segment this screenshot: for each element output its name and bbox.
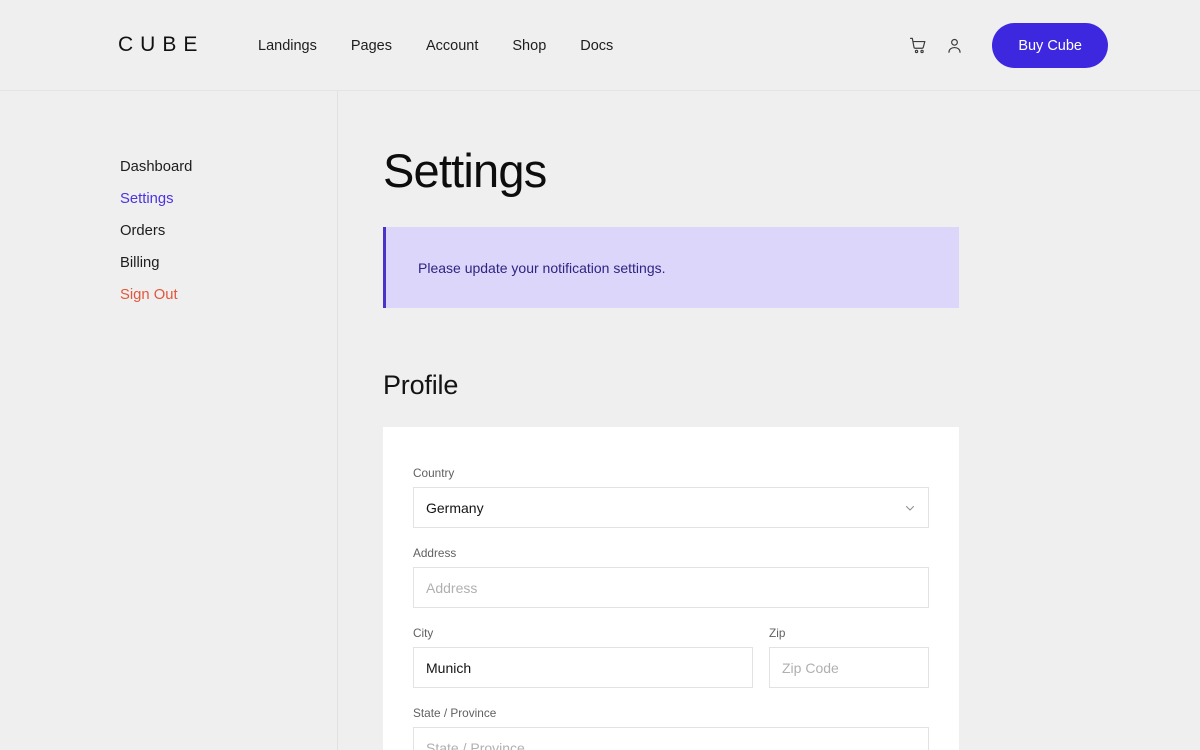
state-label: State / Province <box>413 706 929 720</box>
main-content: Settings Please update your notification… <box>338 91 1200 750</box>
page-body: Dashboard Settings Orders Billing Sign O… <box>0 91 1200 750</box>
user-icon[interactable] <box>936 24 972 68</box>
city-input[interactable] <box>413 647 753 688</box>
zip-label: Zip <box>769 626 929 640</box>
address-input[interactable] <box>413 567 929 608</box>
sidebar-item-dashboard[interactable]: Dashboard <box>0 151 337 183</box>
sidebar-item-orders[interactable]: Orders <box>0 215 337 247</box>
city-field: City <box>413 626 753 688</box>
profile-form-card: Country Address <box>383 427 959 750</box>
notification-alert: Please update your notification settings… <box>383 227 959 308</box>
nav-item-pages[interactable]: Pages <box>351 38 392 54</box>
alert-message: Please update your notification settings… <box>418 260 666 276</box>
zip-field: Zip <box>769 626 929 688</box>
city-zip-row: City Zip <box>413 626 929 688</box>
nav-item-landings[interactable]: Landings <box>258 38 317 54</box>
header-actions: Buy Cube <box>900 23 1108 68</box>
sidebar-item-billing[interactable]: Billing <box>0 247 337 279</box>
sidebar: Dashboard Settings Orders Billing Sign O… <box>0 91 338 750</box>
state-field: State / Province <box>413 706 929 750</box>
sidebar-item-settings[interactable]: Settings <box>0 183 337 215</box>
zip-input[interactable] <box>769 647 929 688</box>
site-header: CUBE Landings Pages Account Shop Docs Bu… <box>0 0 1200 91</box>
country-field: Country <box>413 466 929 528</box>
address-label: Address <box>413 546 929 560</box>
country-select[interactable] <box>413 487 929 528</box>
nav-item-shop[interactable]: Shop <box>512 38 546 54</box>
page-title: Settings <box>383 143 1200 199</box>
buy-cube-button[interactable]: Buy Cube <box>992 23 1108 68</box>
main-navigation: Landings Pages Account Shop Docs <box>258 38 613 54</box>
nav-item-account[interactable]: Account <box>426 38 478 54</box>
state-input[interactable] <box>413 727 929 750</box>
sidebar-menu: Dashboard Settings Orders Billing Sign O… <box>0 151 337 311</box>
address-field: Address <box>413 546 929 608</box>
country-select-wrapper <box>413 487 929 528</box>
nav-item-docs[interactable]: Docs <box>580 38 613 54</box>
logo[interactable]: CUBE <box>118 33 204 57</box>
shopping-cart-icon[interactable] <box>900 24 936 68</box>
profile-section-title: Profile <box>383 370 1200 401</box>
sidebar-item-sign-out[interactable]: Sign Out <box>0 279 337 311</box>
country-label: Country <box>413 466 929 480</box>
city-label: City <box>413 626 753 640</box>
